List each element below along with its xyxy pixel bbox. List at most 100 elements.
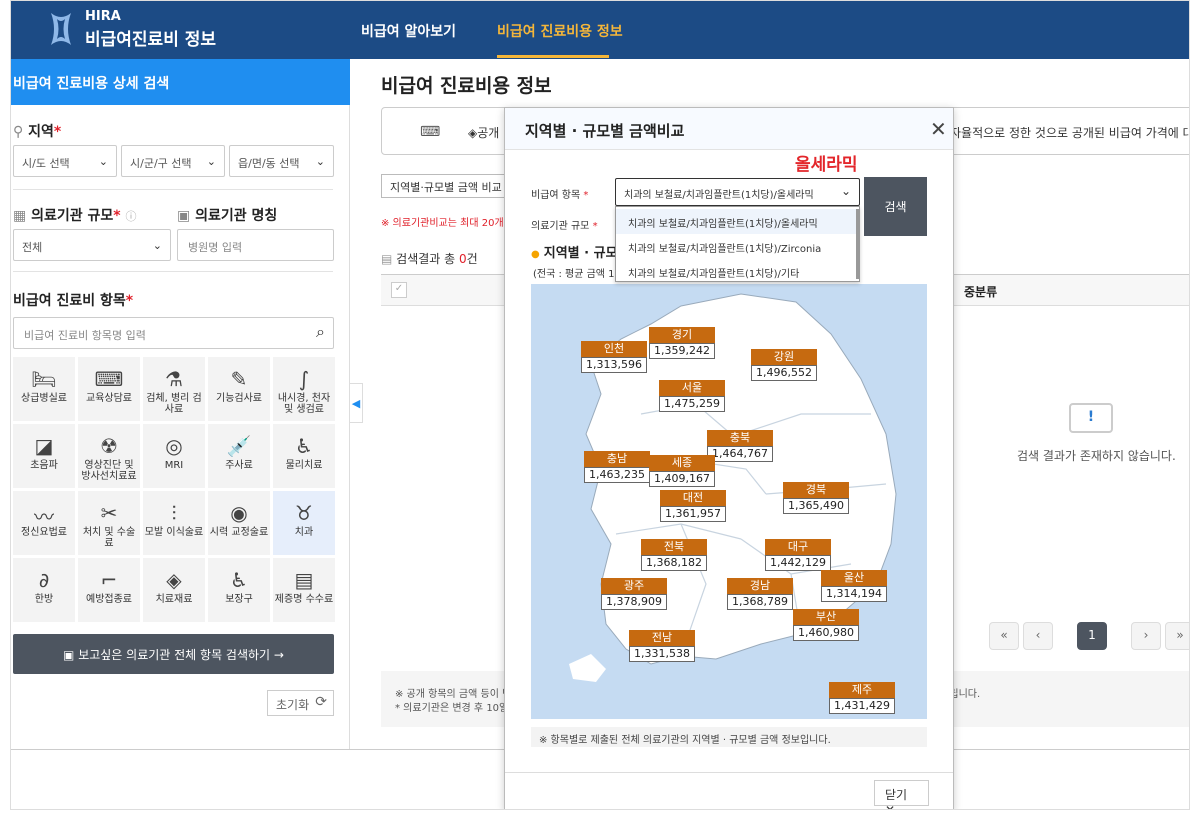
modal-close-button[interactable]: 닫기 ✕ (874, 780, 929, 809)
tile-eye[interactable]: ◉ 시력 교정술료 (208, 491, 270, 555)
endoscope-icon: ∫ (298, 367, 310, 391)
dropdown-option[interactable]: 치과의 보철료/치과임플란트(1치당)/Zirconia (616, 234, 856, 259)
tile-surgery[interactable]: ✂ 처치 및 수술료 (78, 491, 140, 555)
counseling-icon: ⌨ (94, 367, 124, 391)
hira-logo[interactable] (47, 11, 75, 47)
hospital-icon: ▣ (177, 208, 191, 224)
tile-dental[interactable]: ♉ 치과 (273, 491, 335, 555)
map-subnote: (전국 : 평균 금액 1,4 (533, 269, 625, 280)
sidebar-title: 비급여 진료비용 상세 검색 (11, 59, 350, 105)
tile-room[interactable]: 🛏 상급병실료 (13, 357, 75, 421)
first-page-button[interactable]: « (989, 622, 1019, 650)
region-chungnam[interactable]: 충남 1,463,235 (584, 451, 650, 483)
tile-equipment[interactable]: ♿ 보장구 (208, 558, 270, 622)
page-number[interactable]: 1 (1077, 622, 1107, 650)
eye-icon: ◉ (230, 501, 248, 525)
sido-select[interactable]: 시/도 선택 ⌄ (13, 145, 117, 177)
tile-function[interactable]: ✎ 기능검사료 (208, 357, 270, 421)
region-daejeon[interactable]: 대전 1,361,957 (660, 490, 726, 522)
sidebar-collapse-toggle[interactable]: ◀ (349, 383, 363, 423)
tile-specimen[interactable]: ⚗ 검체, 병리 검사료 (143, 357, 205, 421)
search-all-button[interactable]: ▣ 보고싶은 의료기관 전체 항목 검색하기 → (13, 634, 334, 674)
hair-icon: ⫶ (171, 501, 177, 525)
tile-counsel[interactable]: ⌨ 교육상담료 (78, 357, 140, 421)
divider (505, 772, 953, 773)
select-all-checkbox[interactable]: ✓ (391, 282, 407, 298)
compare-note: ※ 의료기관비교는 최대 20개 (381, 218, 504, 229)
hospital-name-label: ▣ 의료기관 명칭 (177, 208, 278, 224)
region-chungbuk[interactable]: 충북 1,464,767 (707, 430, 773, 462)
scale-select[interactable]: 전체 ⌄ (13, 229, 171, 261)
hospital-name-input[interactable]: 병원명 입력 (177, 229, 334, 261)
region-gyeongbuk[interactable]: 경북 1,365,490 (783, 482, 849, 514)
region-gwangju[interactable]: 광주 1,378,909 (601, 578, 667, 610)
modal-title: 지역별 · 규모별 금액비교 (525, 122, 685, 140)
annotation-text: 올세라믹 (795, 155, 858, 175)
region-seoul[interactable]: 서울 1,475,259 (659, 380, 725, 412)
tile-injection[interactable]: 💉 주사료 (208, 424, 270, 488)
dropdown-option[interactable]: 치과의 보철료/치과임플란트(1치당)/기타 (616, 259, 856, 284)
close-icon[interactable]: ✕ (930, 117, 947, 141)
region-gangwon[interactable]: 강원 1,496,552 (751, 349, 817, 381)
tile-vaccine[interactable]: ⌐ 예방접종료 (78, 558, 140, 622)
region-sejong[interactable]: 세종 1,409,167 (649, 455, 715, 487)
empty-message: 검색 결과가 존재하지 않습니다. (1017, 449, 1176, 463)
brand-en: HIRA (85, 9, 121, 24)
building-icon: ▦ (13, 208, 27, 224)
region-jeonnam[interactable]: 전남 1,331,538 (629, 630, 695, 662)
tile-ultrasound[interactable]: ◪ 초음파 (13, 424, 75, 488)
tile-material[interactable]: ◈ 치료재료 (143, 558, 205, 622)
region-jeju[interactable]: 제주 1,431,429 (829, 682, 895, 714)
reset-button[interactable]: 초기화 ⟳ (267, 690, 334, 716)
tile-oriental[interactable]: ∂ 한방 (13, 558, 75, 622)
ultrasound-icon: ◪ (34, 434, 54, 458)
nav-cost-info[interactable]: 비급여 진료비용 정보 (497, 21, 623, 41)
brain-wave-icon: 〰 (34, 505, 54, 529)
help-icon[interactable]: ⓘ (125, 210, 136, 223)
tile-mri[interactable]: ◎ MRI (143, 424, 205, 488)
region-jeonbuk[interactable]: 전북 1,368,182 (641, 539, 707, 571)
eupmyeondong-select[interactable]: 읍/면/동 선택 ⌄ (229, 145, 334, 177)
top-header: HIRA 비급여진료비 정보 비급여 알아보기 비급여 진료비용 정보 (11, 1, 1189, 59)
map-caption: ※ 항목별로 제출된 전체 의료기관의 지역별 · 규모별 금액 정보입니다. (531, 727, 927, 747)
wheelchair-icon: ♿ (230, 568, 248, 592)
app-window: HIRA 비급여진료비 정보 비급여 알아보기 비급여 진료비용 정보 비급여 … (10, 0, 1190, 810)
nav-learn[interactable]: 비급여 알아보기 (361, 21, 456, 41)
footer-note-2: * 의료기관은 변경 후 10일 (395, 703, 509, 714)
region-incheon[interactable]: 인천 1,313,596 (581, 341, 647, 373)
chevron-down-icon: ⌄ (152, 239, 162, 252)
prev-page-button[interactable]: ‹ (1023, 622, 1053, 650)
next-page-button[interactable]: › (1131, 622, 1161, 650)
result-count: ▤ 검색결과 총 0건 (381, 252, 478, 266)
region-gyeongnam[interactable]: 경남 1,368,789 (727, 578, 793, 610)
modal-header: 지역별 · 규모별 금액비교 ✕ (505, 108, 953, 150)
tile-endoscope[interactable]: ∫ 내시경, 천자 및 생검료 (273, 357, 335, 421)
region-gyeonggi[interactable]: 경기 1,359,242 (649, 327, 715, 359)
dropdown-option[interactable]: 치과의 보철료/치과임플란트(1치당)/올세라믹 (616, 209, 856, 234)
syringe-icon: 💉 (226, 434, 252, 458)
region-ulsan[interactable]: 울산 1,314,194 (821, 570, 887, 602)
specimen-icon: ⚗ (165, 367, 183, 391)
item-search-input[interactable]: 비급여 진료비 항목명 입력 ⌕ (13, 317, 334, 349)
alert-icon: ! (1069, 403, 1113, 433)
last-page-button[interactable]: » (1165, 622, 1189, 650)
region-daegu[interactable]: 대구 1,442,129 (765, 539, 831, 571)
material-icon: ◈ (166, 568, 182, 592)
search-icon[interactable]: ⌕ (316, 322, 325, 342)
chevron-down-icon: ⌄ (98, 155, 108, 168)
tile-certificate[interactable]: ▤ 제증명 수수료 (273, 558, 335, 622)
tile-radiology[interactable]: ☢ 영상진단 및 방사선치료료 (78, 424, 140, 488)
sigungu-select[interactable]: 시/군/구 선택 ⌄ (121, 145, 225, 177)
item-dropdown: 치과의 보철료/치과임플란트(1치당)/올세라믹 치과의 보철료/치과임플란트(… (615, 206, 860, 282)
compare-select[interactable]: 지역별·규모별 금액 비교 (381, 174, 511, 198)
tooth-icon: ♉ (295, 501, 313, 525)
region-busan[interactable]: 부산 1,460,980 (793, 609, 859, 641)
tile-psych[interactable]: 〰 정신요법료 (13, 491, 75, 555)
item-select[interactable]: 치과의 보철료/치과임플란트(1치당)/올세라믹 ⌄ (615, 178, 860, 206)
page-title: 비급여 진료비용 정보 (381, 75, 552, 97)
tile-hair[interactable]: ⫶ 모발 이식술료 (143, 491, 205, 555)
modal-search-button[interactable]: 검색 (864, 177, 927, 236)
tile-physio[interactable]: ♿ 물리치료 (273, 424, 335, 488)
column-mid-category: 중분류 (964, 285, 998, 299)
dropdown-scrollbar[interactable] (856, 209, 859, 279)
